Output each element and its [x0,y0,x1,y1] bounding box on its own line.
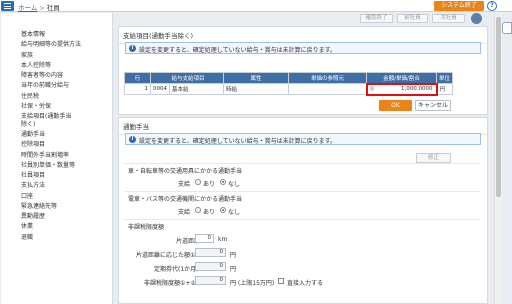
avatar[interactable] [471,13,482,24]
reference-mark-icon: ◎ [369,86,375,92]
car-pay-yes-label: あり [203,181,216,188]
info-icon: i [129,45,136,52]
cancel-button[interactable]: キャンセル [415,100,451,111]
menu-icon[interactable] [1,1,14,11]
col-header-amount: 金額/単価/割合 [366,72,437,84]
prev-employee-button[interactable]: 前社員 [397,14,428,23]
system-end-button[interactable]: システム終了 [434,1,484,11]
sidebar-item[interactable]: 家族 [1,51,112,61]
amount-input[interactable]: 1,000.0000 [377,86,435,92]
pay-items-info: i 設定を変更すると、確定処理していない給与・賞与は未計算に戻ります。 [125,42,481,54]
car-pay-no-label: なし [228,181,241,188]
info-icon: i [129,136,136,143]
fix-button[interactable]: 修正 [416,153,451,163]
distance-amount-unit: 円 [230,252,237,259]
commute-info-text: 設定を変更すると、確定処理していない給与・賞与は未計算に戻ります。 [139,138,336,145]
next-employee-button[interactable]: 次社員 [432,14,465,23]
sidebar-item[interactable]: 当年の前職分給与 [1,81,112,91]
sidebar-item[interactable]: 休業 [1,222,112,232]
car-pay-label: 支給 [178,181,191,188]
sidebar-item[interactable]: 住民税 [1,92,112,102]
side-panel-toggle-icon[interactable] [502,22,512,34]
sidebar-item[interactable]: 控除項目 [1,140,112,150]
col-header-row: 行 [124,72,151,84]
sidebar-item[interactable]: 支払方法 [1,181,112,191]
record-nav: 確認終了 前社員 次社員 [114,13,492,24]
row-unit: 円 [435,83,454,95]
breadcrumb-separator: > [39,4,45,12]
car-pay-yes-radio[interactable] [195,179,201,185]
car-pay-no-radio[interactable] [220,179,226,185]
breadcrumb-home-link[interactable]: ホーム [18,4,37,12]
train-pay-no-label: なし [228,209,241,216]
col-header-unit-source: 単価の参照元 [288,72,367,84]
distance-input[interactable]: 0 [195,234,214,243]
pass-unit: 円 [230,266,237,273]
train-pay-yes-radio[interactable] [195,207,201,213]
limit-field: 0 [195,276,226,285]
direct-input-checkbox[interactable] [278,278,284,284]
sidebar-item[interactable]: 社員別単価・数量等 [1,161,112,171]
limit-label: 非課税限度額①+② [144,280,196,287]
divider [124,219,480,220]
sidebar-item[interactable]: 異動履歴 [1,212,112,222]
divider [124,163,480,164]
car-commute-heading: 車・自転車等の交通用具にかかる通勤手当 [128,168,243,175]
limit-unit: 円 (上限15万円) [230,280,275,287]
page-scrollbar[interactable] [494,13,502,304]
col-header-code [150,72,170,84]
row-item-name: 基本給 [169,83,224,95]
col-header-attribute: 属性 [223,72,289,84]
divider [124,191,480,192]
col-header-pay-item: 給与支給項目 [169,72,224,84]
breadcrumb-current: 社員 [46,4,60,12]
sidebar-item[interactable]: 基本情報 [1,30,112,40]
sidebar-item[interactable]: 給与明細等の提供方法 [1,40,112,50]
distance-amount-label: 片道距離に応じた額① [136,252,196,259]
confirm-end-button[interactable]: 確認終了 [360,14,393,23]
sidebar-item[interactable]: 社保・労保 [1,102,112,112]
sidebar: 基本情報 給与明細等の提供方法 家族 本人控除等 障害者等の内容 当年の前職分給… [1,13,113,304]
table-header-row: 行 給与支給項目 属性 単価の参照元 金額/単価/割合 単位 [124,72,454,84]
top-bar: ホーム > 社員 システム終了 ? [0,0,512,12]
main-content: 確認終了 前社員 次社員 支給項目(通勤手当除く) i 設定を変更すると、確定処… [114,13,492,304]
distance-unit: km [218,236,228,243]
sidebar-item[interactable]: 社員項目 [1,171,112,181]
ok-button[interactable]: OK [379,100,412,111]
row-unit-source [288,83,367,95]
sidebar-item[interactable]: 障害者等の内容 [1,71,112,81]
train-pay-label: 支給 [178,209,191,216]
pay-items-table: 行 給与支給項目 属性 単価の参照元 金額/単価/割合 単位 1 0004 基本… [124,72,454,96]
commute-panel: 通勤手当 i 設定を変更すると、確定処理していない給与・賞与は未計算に戻ります。 [118,117,488,304]
sidebar-item[interactable]: 支給項目(通勤手当除く) [1,112,76,130]
col-header-unit: 単位 [435,72,454,84]
breadcrumb: ホーム > 社員 [18,2,60,12]
row-code: 0004 [150,83,170,95]
direct-input-label: 直接入力する [287,280,324,287]
scrollbar-thumb[interactable] [496,17,501,197]
row-attribute: 時給 [223,83,289,95]
train-pay-yes-label: あり [203,209,216,216]
sidebar-item[interactable]: 本人控除等 [1,61,112,71]
sidebar-item[interactable]: 時間外手当割増率 [1,151,112,161]
sidebar-item[interactable]: 緊急連絡先等 [1,202,112,212]
row-number: 1 [124,83,151,95]
sidebar-item[interactable]: 口座 [1,192,112,202]
tax-limit-heading: 非課税限度額 [128,224,165,231]
help-icon[interactable]: ? [487,1,497,11]
table-row: 1 0004 基本給 時給 ◎ 1,000.0000 円 [124,82,454,96]
train-commute-heading: 電車・バス等の交通機関にかかる通勤手当 [128,196,243,203]
commute-info: i 設定を変更すると、確定処理していない給与・賞与は未計算に戻ります。 [125,133,481,145]
sidebar-item[interactable]: 退職 [1,233,112,243]
pass-field: 0 [195,262,226,271]
pay-items-info-text: 設定を変更すると、確定処理していない給与・賞与は未計算に戻ります。 [139,47,336,54]
sidebar-item[interactable]: 通勤手当 [1,130,112,140]
amount-cell[interactable]: ◎ 1,000.0000 [365,82,438,96]
train-pay-no-radio[interactable] [220,207,226,213]
distance-amount-field: 0 [195,248,226,257]
